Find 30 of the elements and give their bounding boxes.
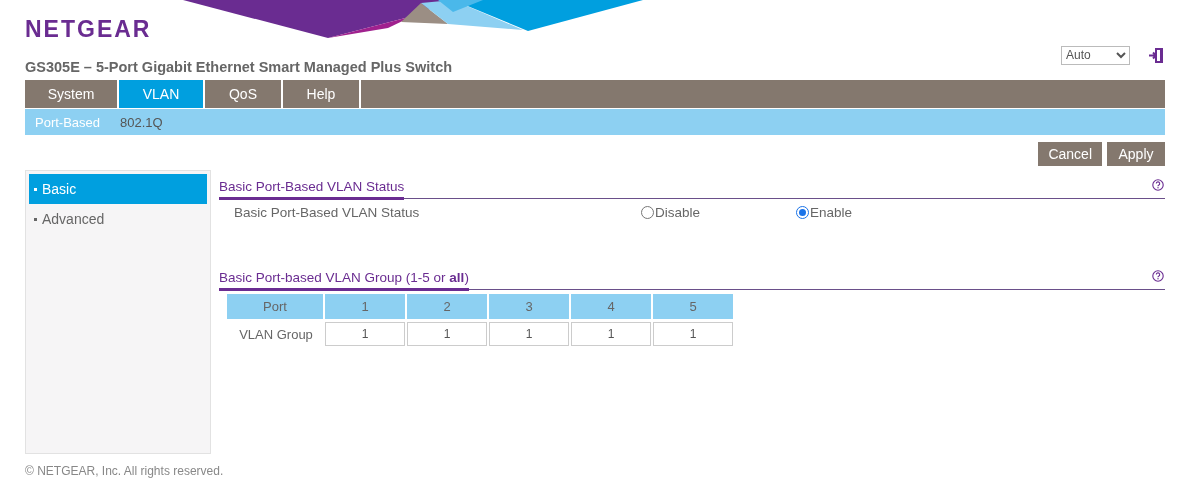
product-title: GS305E – 5-Port Gigabit Ethernet Smart Managed Plus Switch (25, 58, 454, 75)
language-select[interactable]: Auto (1061, 45, 1130, 65)
radio-option[interactable]: Enable (796, 204, 951, 220)
table-header: 5 (653, 294, 735, 319)
nav-tab[interactable]: VLAN (119, 80, 205, 108)
vlan-group-field[interactable]: 1 (407, 322, 487, 346)
radio-option[interactable]: Disable (641, 204, 796, 220)
sub-tab[interactable]: 802.1Q (120, 114, 163, 130)
sidebar-item[interactable]: Advanced (29, 204, 207, 234)
sidebar-item[interactable]: Basic (29, 174, 207, 204)
help-icon[interactable] (1152, 179, 1164, 191)
table-header: 1 (325, 294, 407, 319)
section-title: Basic Port-Based VLAN Status (219, 179, 405, 200)
vlan-group-field[interactable]: 1 (325, 322, 405, 346)
netgear-logo: NETGEAR (25, 16, 153, 43)
apply-button[interactable]: Apply (1107, 142, 1165, 166)
field-label: Basic Port-Based VLAN Status (233, 204, 421, 220)
cancel-button[interactable]: Cancel (1038, 142, 1102, 166)
copyright-text: © NETGEAR, Inc. All rights reserved. (25, 464, 225, 478)
vlan-group-field[interactable]: 1 (489, 322, 569, 346)
vlan-group-field[interactable]: 1 (653, 322, 733, 346)
row-label: VLAN Group (238, 325, 314, 344)
logout-icon[interactable] (1148, 46, 1164, 64)
vlan-group-field[interactable]: 1 (571, 322, 651, 346)
help-icon[interactable] (1152, 270, 1164, 282)
section-title: Basic Port-based VLAN Group (1-5 or all) (219, 270, 469, 291)
table-header: 4 (571, 294, 653, 319)
table-header: 3 (489, 294, 571, 319)
table-header: 2 (407, 294, 489, 319)
table-header: Port (227, 294, 325, 319)
